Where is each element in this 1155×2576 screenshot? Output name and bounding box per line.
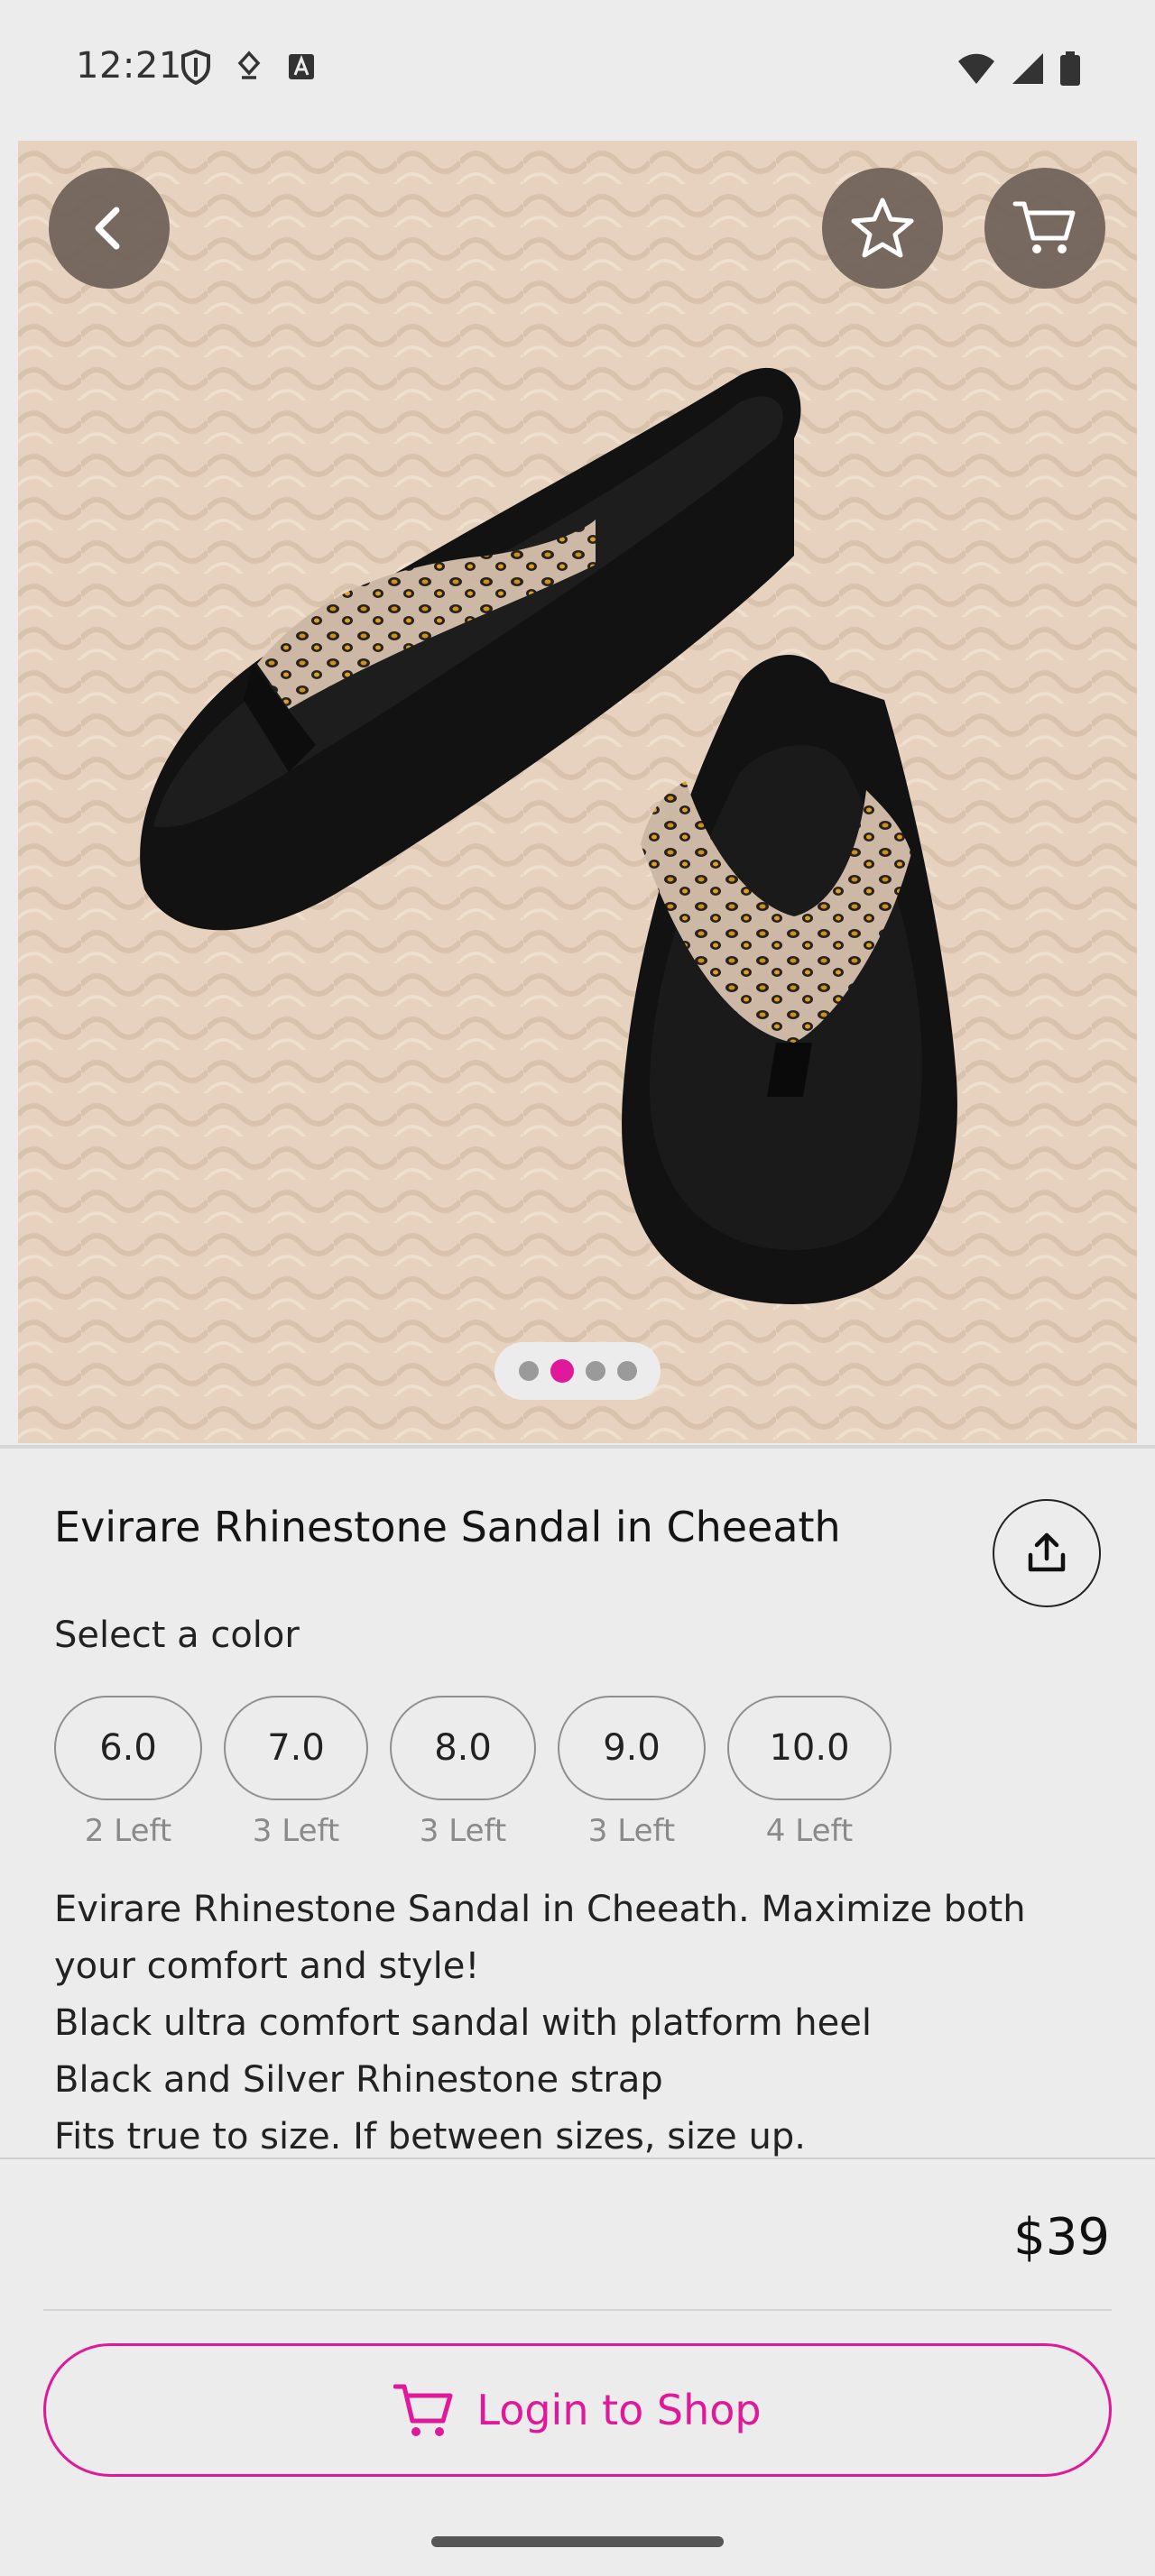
- product-image-carousel[interactable]: [18, 141, 1137, 1443]
- battery-icon: [1060, 51, 1080, 86]
- status-time: 12:21: [76, 45, 182, 87]
- select-color-label: Select a color: [54, 1615, 300, 1656]
- size-option[interactable]: 9.0 3 Left: [558, 1696, 706, 1849]
- size-stock: 3 Left: [419, 1813, 507, 1849]
- product-description: Evirare Rhinestone Sandal in Cheeath. Ma…: [54, 1881, 1110, 2166]
- login-to-shop-button[interactable]: Login to Shop: [43, 2343, 1112, 2477]
- size-option[interactable]: 6.0 2 Left: [54, 1696, 202, 1849]
- chevron-left-icon: [95, 207, 120, 250]
- star-icon: [851, 198, 914, 258]
- carousel-dot[interactable]: [518, 1361, 539, 1381]
- size-pill[interactable]: 6.0: [54, 1696, 202, 1800]
- favorite-button[interactable]: [822, 168, 943, 289]
- shield-icon: [181, 49, 210, 85]
- product-photo: [18, 141, 1137, 1443]
- description-line: Evirare Rhinestone Sandal in Cheeath. Ma…: [54, 1889, 1026, 1987]
- divider: [0, 2157, 1155, 2159]
- status-notification-icons: [180, 49, 316, 85]
- data-saver-icon: [237, 51, 261, 79]
- back-button[interactable]: [49, 168, 170, 289]
- carousel-pagination: [494, 1342, 661, 1400]
- cart-icon: [393, 2384, 453, 2436]
- size-pill[interactable]: 7.0: [224, 1696, 368, 1800]
- home-indicator[interactable]: [431, 2536, 724, 2547]
- carousel-dot-active[interactable]: [550, 1359, 574, 1383]
- wifi-icon: [958, 53, 994, 84]
- size-stock: 4 Left: [765, 1813, 854, 1849]
- product-title: Evirare Rhinestone Sandal in Cheeath: [54, 1503, 841, 1551]
- carousel-dot[interactable]: [585, 1361, 605, 1381]
- status-system-icons: [956, 51, 1081, 87]
- share-icon: [1028, 1532, 1066, 1572]
- status-bar: 12:21: [0, 0, 1155, 137]
- share-button[interactable]: [993, 1499, 1101, 1607]
- size-pill[interactable]: 10.0: [727, 1696, 892, 1800]
- login-button-label: Login to Shop: [476, 2386, 762, 2434]
- description-line: Black ultra comfort sandal with platform…: [54, 2002, 872, 2044]
- accessibility-a-icon: [289, 54, 314, 79]
- size-option[interactable]: 8.0 3 Left: [390, 1696, 536, 1849]
- signal-icon: [1012, 53, 1043, 84]
- cart-icon: [1012, 201, 1076, 253]
- size-pill[interactable]: 9.0: [558, 1696, 706, 1800]
- description-line: Black and Silver Rhinestone strap: [54, 2059, 663, 2101]
- divider: [43, 2309, 1112, 2311]
- size-pill[interactable]: 8.0: [390, 1696, 536, 1800]
- cart-button[interactable]: [984, 168, 1105, 289]
- size-stock: 2 Left: [84, 1813, 172, 1849]
- size-option[interactable]: 10.0 4 Left: [727, 1696, 892, 1849]
- divider: [0, 1445, 1155, 1449]
- size-option[interactable]: 7.0 3 Left: [224, 1696, 368, 1849]
- size-stock: 3 Left: [587, 1813, 676, 1849]
- product-price: $39: [1013, 2208, 1110, 2267]
- size-stock: 3 Left: [252, 1813, 340, 1849]
- carousel-dot[interactable]: [616, 1361, 637, 1381]
